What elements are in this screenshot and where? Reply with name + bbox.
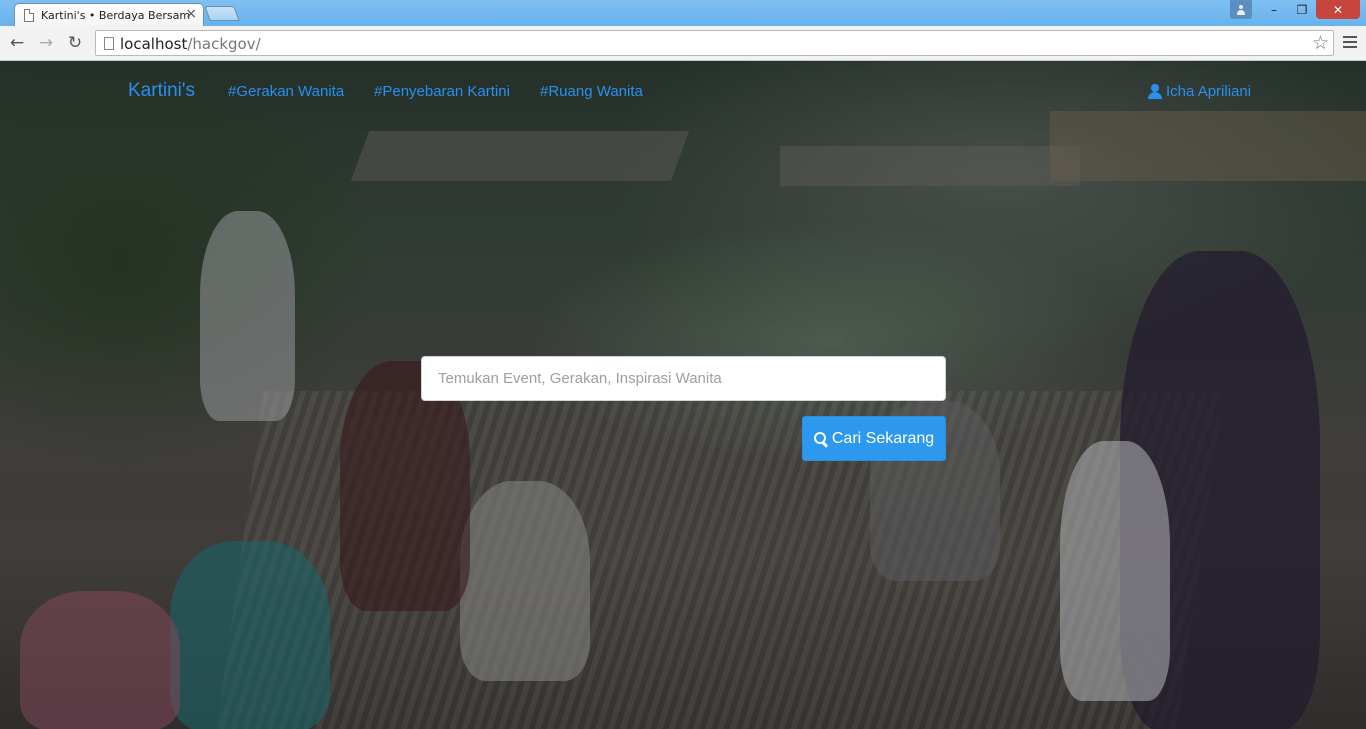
page-favicon-icon xyxy=(24,9,34,22)
browser-menu-icon[interactable] xyxy=(1343,36,1357,48)
minimize-button[interactable]: – xyxy=(1260,0,1288,19)
brand-logo-link[interactable]: Kartini's xyxy=(128,80,195,102)
back-button[interactable]: ← xyxy=(7,33,27,53)
nav-link-penyebaran-kartini[interactable]: #Penyebaran Kartini xyxy=(374,83,510,100)
search-button-label: Cari Sekarang xyxy=(831,429,935,447)
new-tab-button[interactable] xyxy=(204,6,240,21)
window-controls: – ❐ ✕ xyxy=(1230,0,1360,20)
nav-link-gerakan-wanita[interactable]: #Gerakan Wanita xyxy=(228,83,344,100)
search-input[interactable] xyxy=(421,356,946,401)
profile-icon xyxy=(1237,4,1245,15)
address-bar[interactable]: localhost/hackgov/ ☆ xyxy=(95,30,1334,56)
forward-button[interactable]: → xyxy=(36,33,56,53)
user-name: Icha Apriliani xyxy=(1166,83,1252,100)
close-window-button[interactable]: ✕ xyxy=(1316,0,1360,19)
bookmark-star-icon[interactable]: ☆ xyxy=(1312,32,1329,54)
browser-toolbar: ← → ↻ localhost/hackgov/ ☆ xyxy=(0,26,1366,61)
search-button[interactable]: Cari Sekarang xyxy=(802,416,946,461)
tab-close-icon[interactable]: × xyxy=(185,6,197,22)
search-icon xyxy=(813,431,828,446)
tab-title: Kartini's • Berdaya Bersam xyxy=(41,9,191,22)
user-icon xyxy=(1148,84,1162,99)
nav-link-ruang-wanita[interactable]: #Ruang Wanita xyxy=(540,83,643,100)
browser-titlebar: Kartini's • Berdaya Bersam × – ❐ ✕ xyxy=(0,0,1366,26)
profile-button[interactable] xyxy=(1230,0,1252,19)
user-profile-link[interactable]: Icha Apriliani xyxy=(1148,83,1251,100)
page-icon xyxy=(104,37,114,50)
restore-button[interactable]: ❐ xyxy=(1288,0,1316,19)
browser-tab[interactable]: Kartini's • Berdaya Bersam × xyxy=(14,3,204,26)
reload-button[interactable]: ↻ xyxy=(65,33,85,53)
url-host: localhost xyxy=(120,35,188,53)
url-text[interactable]: localhost/hackgov/ xyxy=(120,35,261,53)
url-path: /hackgov/ xyxy=(187,35,261,53)
